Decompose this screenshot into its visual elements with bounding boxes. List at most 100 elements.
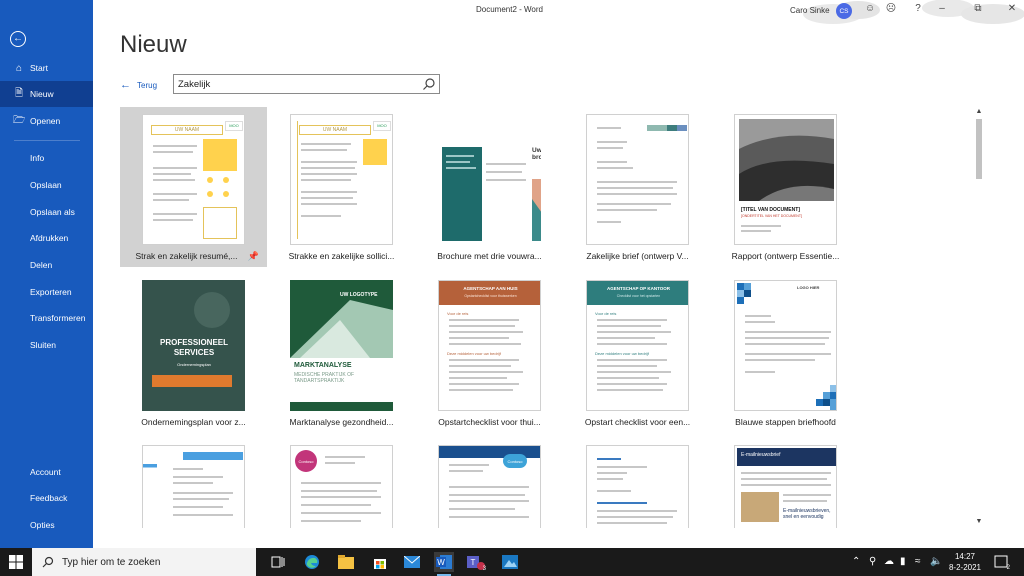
sidebar-item-transformeren[interactable]: Transformeren: [0, 305, 93, 331]
template-thumbnail: [TITEL VAN DOCUMENT] [ONDERTITEL VAN HET…: [734, 114, 837, 245]
template-label: Marktanalyse gezondheid...: [289, 417, 394, 427]
template-card-partial-2[interactable]: Contoso: [268, 438, 415, 528]
template-thumbnail: [586, 114, 689, 245]
windows-taskbar: Typ hier om te zoeken W T 3 ⌃ ⚲ ☁ ▮ ≈ 🔈 …: [0, 548, 1024, 576]
sidebar-item-delen[interactable]: Delen: [0, 252, 93, 278]
backstage-sidebar: ← ⌂ Start 🗎 Nieuw 🗁 Openen Info Opslaan …: [0, 0, 93, 548]
avatar[interactable]: CS: [836, 3, 852, 19]
sidebar-item-info[interactable]: Info: [0, 145, 93, 171]
photos-app-icon[interactable]: [500, 552, 520, 572]
template-card-office-checklist[interactable]: AGENTSCHAP OP KANTOOR Checklist voor het…: [564, 273, 711, 433]
template-card-cover-letter[interactable]: UW NAAM MOO Strakke en zakelijke sollici…: [268, 107, 415, 267]
template-thumbnail: AGENTSCHAP AAN HUIS Opstartchecklist voo…: [438, 280, 541, 411]
search-input[interactable]: [174, 78, 414, 90]
brochure-image: [532, 179, 541, 241]
template-card-home-checklist[interactable]: AGENTSCHAP AAN HUIS Opstartchecklist voo…: [416, 273, 563, 433]
back-link[interactable]: ← Terug: [120, 79, 157, 91]
template-thumbnail: PROFESSIONEEL SERVICES Ondernemingsplan: [142, 280, 245, 411]
template-label: Opstart checklist voor een...: [584, 417, 691, 427]
template-card-market-analysis[interactable]: UW LOGOTYPE MARKTANALYSE MEDISCHE PRAKTI…: [268, 273, 415, 433]
sidebar-item-afdrukken[interactable]: Afdrukken: [0, 225, 93, 251]
template-label: Strakke en zakelijke sollici...: [288, 251, 395, 261]
sidebar-item-start[interactable]: ⌂ Start: [0, 55, 93, 81]
teams-badge: 3: [482, 566, 486, 572]
sidebar-item-opslaan[interactable]: Opslaan: [0, 172, 93, 198]
edge-browser-icon[interactable]: [302, 552, 322, 572]
svg-text:W: W: [437, 558, 445, 567]
sidebar-item-openen[interactable]: 🗁 Openen: [0, 108, 93, 134]
user-name: Caro Sinke: [790, 6, 830, 15]
network-icon[interactable]: ⚲: [869, 556, 876, 567]
template-thumbnail: E-mailnieuwsbrief E-mailnieuwsbrieven, s…: [734, 445, 837, 528]
battery-icon[interactable]: ▮: [900, 556, 906, 567]
sidebar-item-exporteren[interactable]: Exporteren: [0, 279, 93, 305]
clock-date: 8-2-2021: [948, 563, 982, 572]
title-bar: Document2 - Word Caro Sinke CS ☺ ☹ ? – ⧉…: [93, 0, 1024, 24]
template-card-partial-4[interactable]: [564, 438, 711, 528]
frown-feedback-icon[interactable]: ☹: [884, 3, 898, 14]
template-card-blue-letterhead[interactable]: LOGO HIER Blauwe stappen briefhoofd: [712, 273, 859, 433]
smiley-feedback-icon[interactable]: ☺: [863, 3, 877, 14]
sidebar-item-opslaan-als[interactable]: Opslaan als: [0, 199, 93, 225]
home-icon: ⌂: [15, 62, 23, 74]
template-card-business-plan[interactable]: PROFESSIONEEL SERVICES Ondernemingsplan …: [120, 273, 267, 433]
sidebar-divider: [14, 140, 80, 141]
scroll-up-icon[interactable]: ▲: [973, 107, 985, 117]
back-arrow-button[interactable]: ←: [10, 31, 26, 47]
wifi-icon[interactable]: ≈: [915, 556, 921, 567]
window-title: Document2 - Word: [476, 5, 543, 14]
file-explorer-icon[interactable]: [336, 552, 356, 572]
report-dune-image: [739, 119, 834, 201]
template-label: Ondernemingsplan voor z...: [141, 417, 246, 427]
notification-count: 2: [1006, 565, 1010, 571]
clock-time: 14:27: [954, 552, 976, 561]
word-app-icon[interactable]: W: [434, 552, 454, 576]
template-card-business-letter[interactable]: Zakelijke brief (ontwerp V...: [564, 107, 711, 267]
mail-icon[interactable]: [402, 552, 422, 572]
template-label: Blauwe stappen briefhoofd: [735, 417, 836, 427]
close-icon[interactable]: ✕: [1005, 3, 1019, 14]
template-thumbnail: Uw bedrijfs-brochure: [438, 143, 541, 245]
task-view-icon[interactable]: [268, 552, 288, 572]
minimize-icon[interactable]: –: [935, 3, 949, 14]
taskbar-search-box[interactable]: Typ hier om te zoeken: [32, 548, 256, 576]
sidebar-item-opties[interactable]: Opties: [0, 512, 93, 538]
search-icon[interactable]: [422, 77, 436, 91]
blue-steps-bottom-graphic: [816, 385, 836, 410]
template-card-resume[interactable]: UW NAAM MOO Strak en zakelijk resumé,...…: [120, 107, 267, 267]
teams-app-icon[interactable]: T 3: [466, 552, 486, 572]
template-card-partial-1[interactable]: [120, 438, 267, 528]
vertical-scrollbar[interactable]: ▲ ▼: [973, 107, 985, 527]
microsoft-store-icon[interactable]: [370, 552, 390, 572]
sidebar-item-sluiten[interactable]: Sluiten: [0, 332, 93, 358]
scroll-down-icon[interactable]: ▼: [973, 517, 985, 527]
windows-logo-icon: [9, 555, 23, 569]
sidebar-item-nieuw[interactable]: 🗎 Nieuw: [0, 81, 93, 107]
template-card-report[interactable]: [TITEL VAN DOCUMENT] [ONDERTITEL VAN HET…: [712, 107, 859, 267]
sidebar-item-feedback[interactable]: Feedback: [0, 485, 93, 511]
cloud-icon[interactable]: ☁: [884, 556, 894, 567]
template-label: Zakelijke brief (ontwerp V...: [586, 251, 689, 261]
volume-icon[interactable]: 🔈: [930, 556, 942, 567]
template-label: Opstartchecklist voor thui...: [438, 417, 541, 427]
page-title: Nieuw: [120, 31, 187, 58]
template-card-partial-5[interactable]: E-mailnieuwsbrief E-mailnieuwsbrieven, s…: [712, 438, 859, 528]
template-thumbnail: Contoso: [290, 445, 393, 528]
folder-icon: 🗁: [13, 114, 26, 126]
chevron-up-icon[interactable]: ⌃: [852, 556, 860, 567]
scrollbar-thumb[interactable]: [976, 119, 982, 179]
windows-start-button[interactable]: [0, 548, 32, 576]
notification-center-icon[interactable]: 2: [994, 555, 1010, 571]
template-thumbnail: AGENTSCHAP OP KANTOOR Checklist voor het…: [586, 280, 689, 411]
template-label: Strak en zakelijk resumé,...: [135, 251, 238, 261]
restore-icon[interactable]: ⧉: [971, 3, 985, 14]
sidebar-item-account[interactable]: Account: [0, 459, 93, 485]
template-thumbnail: [142, 445, 245, 528]
blue-steps-top-graphic: [737, 283, 751, 304]
pin-icon[interactable]: 📌: [248, 251, 259, 262]
template-thumbnail: [586, 445, 689, 528]
system-clock[interactable]: 14:27 8-2-2021: [946, 551, 984, 573]
template-card-partial-3[interactable]: Contoso: [416, 438, 563, 528]
template-card-brochure[interactable]: Uw bedrijfs-brochure Brochure met drie v…: [416, 107, 563, 267]
help-icon[interactable]: ?: [911, 3, 925, 14]
